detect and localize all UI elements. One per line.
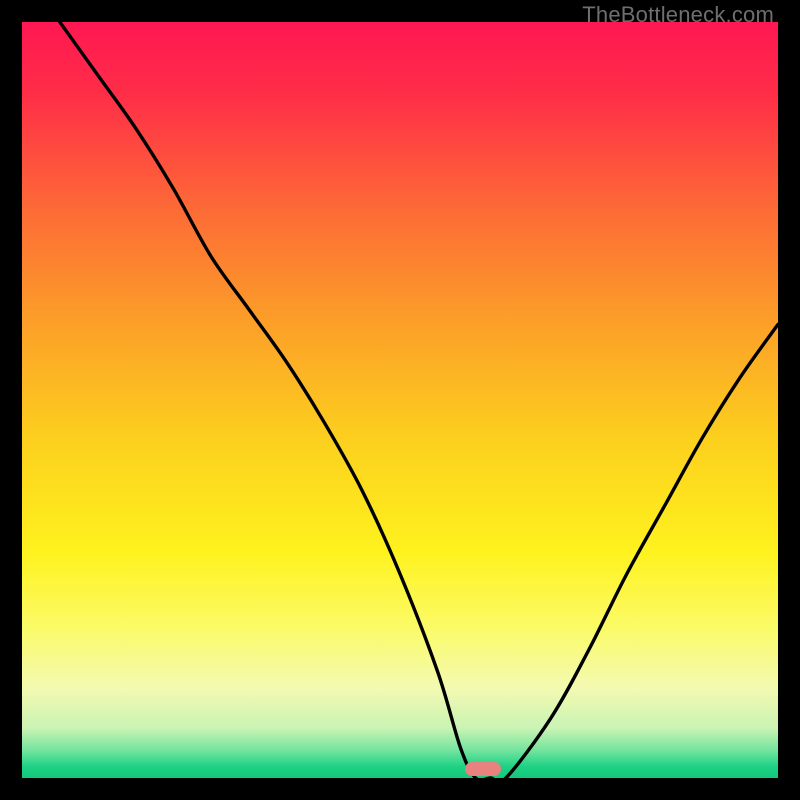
- gradient-background: [22, 22, 778, 778]
- chart-frame: [22, 22, 778, 778]
- watermark-text: TheBottleneck.com: [582, 2, 774, 28]
- optimum-marker: [465, 762, 501, 776]
- bottleneck-plot: [22, 22, 778, 778]
